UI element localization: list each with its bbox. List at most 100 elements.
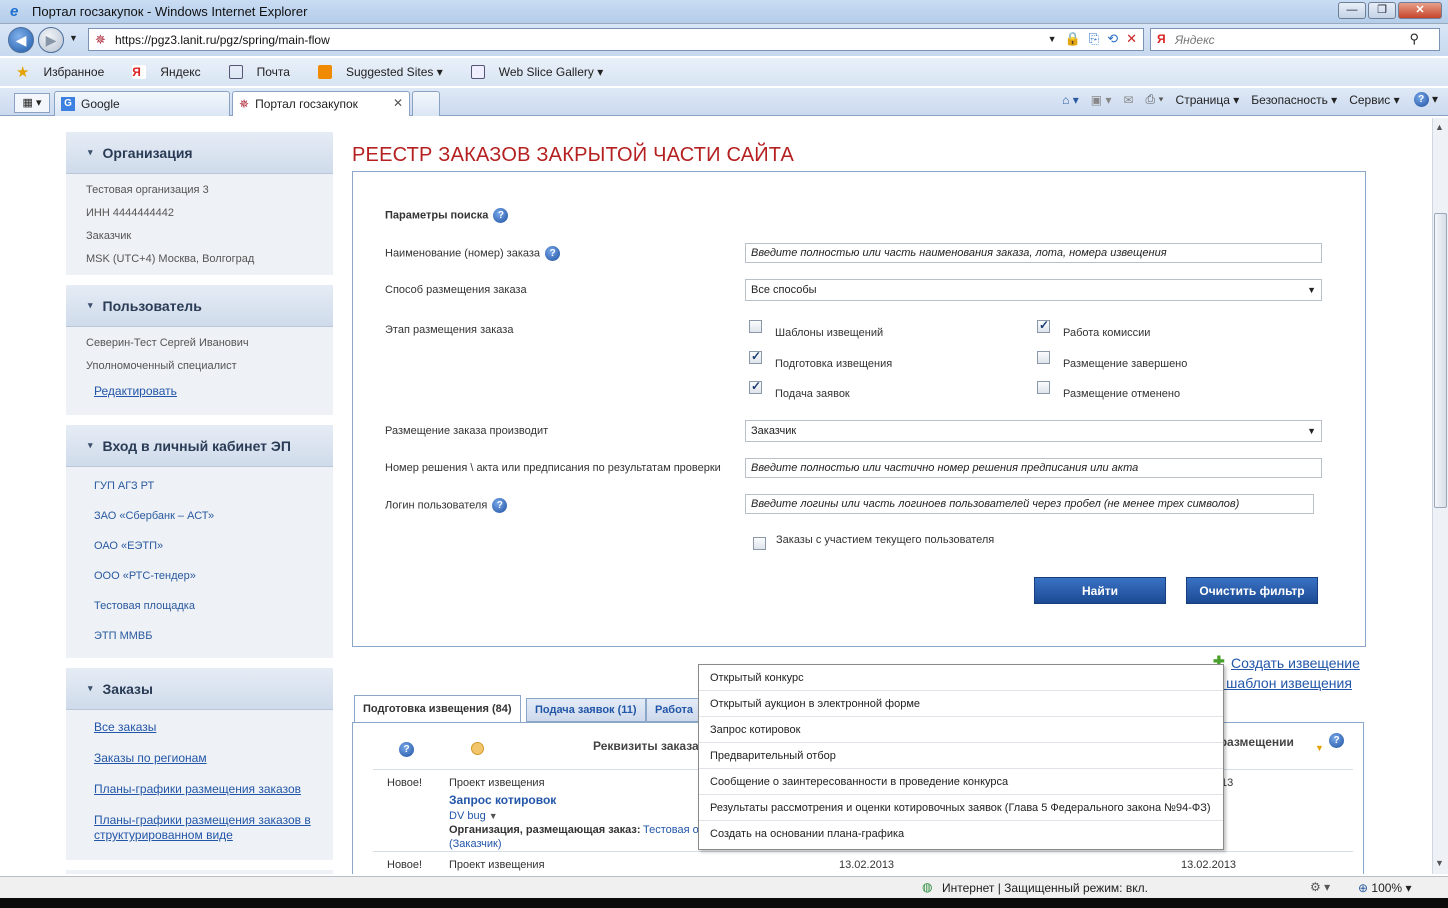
print-icon[interactable]: ⎙ ▾ <box>1146 92 1164 107</box>
order-name-input[interactable]: Введите полностью или часть наименования… <box>745 243 1322 263</box>
stage-commission-checkbox[interactable] <box>1037 318 1050 333</box>
minimize-button[interactable]: — <box>1338 2 1366 19</box>
menu-item-open-tender[interactable]: Открытый конкурс <box>699 665 1223 691</box>
row-status: Новое! <box>387 777 423 789</box>
scrollbar-thumb[interactable] <box>1434 213 1447 508</box>
ep-link-sberbank[interactable]: ЗАО «Сбербанк – АСТ» <box>66 501 333 531</box>
favorites-button[interactable]: ★ Избранное <box>16 63 118 81</box>
address-input[interactable]: ✵ https://pgz3.lanit.ru/pgz/spring/main-… <box>88 28 1144 51</box>
help-icon[interactable]: ? <box>545 246 561 261</box>
fav-yandex[interactable]: Я Яндекс <box>132 65 214 79</box>
sort-desc-icon[interactable]: ▼ <box>1315 743 1324 753</box>
protected-mode-icon[interactable]: ⚙ ▾ <box>1310 880 1330 894</box>
ep-link-agz[interactable]: ГУП АГЗ РТ <box>66 471 333 501</box>
row-order-link[interactable]: Запрос котировок <box>449 793 556 807</box>
decision-input[interactable]: Введите полностью или частично номер реш… <box>745 458 1322 478</box>
feeds-icon[interactable]: ▣ ▾ <box>1091 93 1112 107</box>
command-bar: ⌂ ▾ ▣ ▾ ✉ ⎙ ▾ Страница ▾ Безопасность ▾ … <box>1062 92 1438 108</box>
tools-menu[interactable]: Сервис ▾ <box>1349 93 1399 107</box>
close-tab-icon[interactable]: ✕ <box>393 96 403 110</box>
placer-select[interactable]: Заказчик ▼ <box>745 420 1322 442</box>
help-icon[interactable]: ? <box>493 208 509 223</box>
web-slice-icon <box>470 65 485 79</box>
orders-plans-link[interactable]: Планы-графики размещения заказов <box>66 782 333 813</box>
stage-submission-checkbox[interactable] <box>749 379 762 394</box>
orders-plans-structured-link[interactable]: Планы-графики размещения заказов в струк… <box>66 813 316 843</box>
row-sub-menu[interactable]: DV bug ▼ <box>449 810 498 822</box>
stage-finished-checkbox[interactable] <box>1037 351 1050 364</box>
org-role: Заказчик <box>86 230 132 242</box>
stage-preparation-checkbox[interactable] <box>749 349 762 364</box>
close-window-button[interactable]: ✕ <box>1398 2 1442 19</box>
home-icon[interactable]: ⌂ ▾ <box>1062 93 1079 107</box>
method-select[interactable]: Все способы ▼ <box>745 279 1322 301</box>
fav-suggested-sites[interactable]: Suggested Sites ▾ <box>317 65 457 79</box>
menu-item-quotation[interactable]: Запрос котировок <box>699 717 1223 743</box>
search-input[interactable]: Я Яндекс ⚲ <box>1150 28 1440 51</box>
sidebar-org-header[interactable]: ▾ Организация <box>66 132 333 174</box>
maximize-button[interactable]: ❐ <box>1368 2 1396 19</box>
back-button[interactable]: ◀ <box>8 27 34 53</box>
help-icon[interactable]: ? <box>492 498 508 513</box>
menu-item-from-plan[interactable]: Создать на основании плана-графика <box>699 821 1223 847</box>
sort-icon[interactable] <box>471 742 484 755</box>
menu-item-interest-notice[interactable]: Сообщение о заинтересованности в проведе… <box>699 769 1223 795</box>
search-icon[interactable]: ⚲ <box>1409 31 1419 47</box>
create-notice-link[interactable]: ✚ Создать извещение <box>1213 653 1360 671</box>
orders-all-link[interactable]: Все заказы <box>66 720 333 751</box>
compatibility-icon[interactable]: ⎘ <box>1089 31 1099 47</box>
help-icon[interactable]: ? <box>1329 733 1344 748</box>
stop-icon[interactable]: ✕ <box>1126 31 1137 47</box>
page-menu[interactable]: Страница ▾ <box>1176 93 1240 107</box>
read-mail-icon[interactable]: ✉ <box>1123 93 1133 107</box>
sidebar-organization: ▾ Организация Тестовая организация 3 ИНН … <box>66 132 333 275</box>
address-dropdown-icon[interactable]: ▼ <box>1048 34 1057 47</box>
tab-submission[interactable]: Подача заявок (11) <box>526 698 646 722</box>
create-template-link[interactable]: ь шаблон извещения <box>1215 675 1352 691</box>
login-input[interactable]: Введите логины или часть логиноев пользо… <box>745 494 1314 514</box>
org-inn: ИНН 4444444442 <box>86 207 175 219</box>
forward-button[interactable]: ▶ <box>38 27 64 53</box>
sidebar-orders-header[interactable]: ▾ Заказы <box>66 668 333 710</box>
ep-link-test[interactable]: Тестовая площадка <box>66 591 333 621</box>
history-dropdown-icon[interactable]: ▼ <box>69 33 78 43</box>
tab-preparation[interactable]: Подготовка извещения (84) <box>354 695 521 723</box>
clear-filter-button[interactable]: Очистить фильтр <box>1186 577 1318 604</box>
fav-mail[interactable]: Почта <box>228 65 304 79</box>
edit-user-link[interactable]: Редактировать <box>66 378 333 404</box>
menu-item-quotation-results[interactable]: Результаты рассмотрения и оценки котиров… <box>699 795 1223 821</box>
ep-link-eetp[interactable]: ОАО «ЕЭТП» <box>66 531 333 561</box>
row-date: 13.02.2013 <box>1181 859 1237 871</box>
participation-checkbox[interactable] <box>753 537 766 550</box>
help-icon[interactable]: ? <box>399 742 414 757</box>
menu-item-preselection[interactable]: Предварительный отбор <box>699 743 1223 769</box>
quick-tabs-button[interactable]: ▦ ▾ <box>14 93 50 113</box>
placer-label: Размещение заказа производит <box>385 425 549 437</box>
new-tab-button[interactable] <box>412 91 440 116</box>
page-scrollbar[interactable]: ▲ ▼ <box>1432 118 1448 874</box>
sidebar-ep-header[interactable]: ▾ Вход в личный кабинет ЭП <box>66 425 333 467</box>
menu-item-e-auction[interactable]: Открытый аукцион в электронной форме <box>699 691 1223 717</box>
find-button[interactable]: Найти <box>1034 577 1166 604</box>
lock-icon[interactable]: 🔒 <box>1065 31 1081 47</box>
stage-templates-checkbox[interactable] <box>749 320 762 333</box>
safety-menu[interactable]: Безопасность ▾ <box>1251 93 1337 107</box>
stage-cancelled-checkbox[interactable] <box>1037 381 1050 394</box>
scroll-up-icon[interactable]: ▲ <box>1435 122 1444 132</box>
scroll-down-icon[interactable]: ▼ <box>1435 858 1444 868</box>
sidebar-user-header[interactable]: ▾ Пользователь <box>66 285 333 327</box>
zoom-control[interactable]: ⊕ 100% ▾ <box>1358 881 1411 895</box>
globe-icon: ◍ <box>922 880 933 894</box>
tab-google[interactable]: G Google <box>54 91 230 116</box>
orders-regions-link[interactable]: Заказы по регионам <box>66 751 333 782</box>
row-org-link[interactable]: Тестовая о <box>643 824 699 836</box>
ep-link-micex[interactable]: ЭТП ММВБ <box>66 621 333 651</box>
ep-link-rts[interactable]: ООО «РТС-тендер» <box>66 561 333 591</box>
refresh-icon[interactable]: ⟲ <box>1107 31 1118 47</box>
tab-commission[interactable]: Работа к <box>646 698 706 738</box>
row-kind: Проект извещения <box>449 859 545 871</box>
site-favicon-icon: ✵ <box>95 32 106 47</box>
fav-web-slice-gallery[interactable]: Web Slice Gallery ▾ <box>470 65 618 79</box>
tab-portal[interactable]: ✵ Портал госзакупок ✕ <box>232 91 410 116</box>
help-icon[interactable]: ? ▾ <box>1412 92 1438 108</box>
